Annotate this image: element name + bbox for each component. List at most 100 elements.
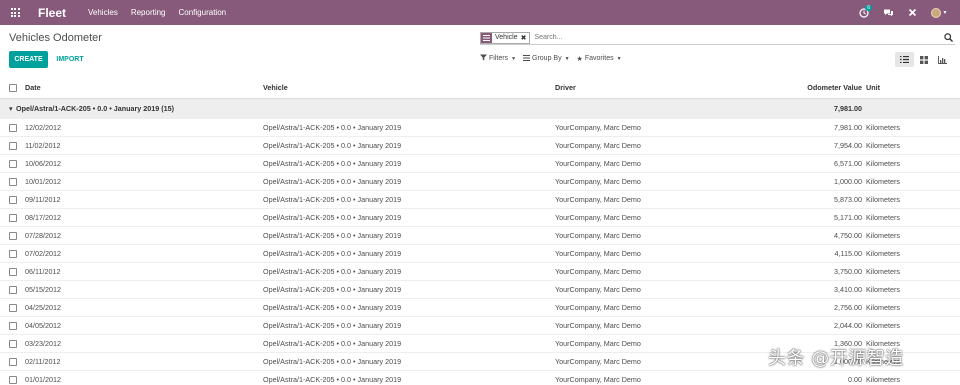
menu-reporting[interactable]: Reporting [131,8,166,17]
column-header-odometer[interactable]: Odometer Value [807,77,862,99]
table-row[interactable]: 09/11/2012 Opel/Astra/1-ACK-205 • 0.0 • J… [0,191,960,209]
row-checkbox[interactable] [9,142,17,150]
chevron-down-icon: ▾ [943,10,947,16]
cell-date: 05/15/2012 [25,285,61,294]
cell-driver: YourCompany, Marc Demo [555,195,641,204]
row-checkbox[interactable] [9,232,17,240]
table-row[interactable]: 04/25/2012 Opel/Astra/1-ACK-205 • 0.0 • J… [0,299,960,317]
table-row[interactable]: 10/06/2012 Opel/Astra/1-ACK-205 • 0.0 • J… [0,155,960,173]
cell-unit: Kilometers [866,231,900,240]
groupby-dropdown[interactable]: Group By ▼ [523,54,570,63]
table-row[interactable]: 07/28/2012 Opel/Astra/1-ACK-205 • 0.0 • J… [0,227,960,245]
row-checkbox[interactable] [9,376,17,384]
groupby-label: Group By [532,55,562,62]
graph-view-icon[interactable] [933,52,952,67]
table-row[interactable]: 04/05/2012 Opel/Astra/1-ACK-205 • 0.0 • J… [0,317,960,335]
odometer-list-table: Date Vehicle Driver Odometer Value Unit … [0,77,960,385]
cell-vehicle: Opel/Astra/1-ACK-205 • 0.0 • January 201… [263,159,402,168]
cell-unit: Kilometers [866,159,900,168]
cell-date: 06/11/2012 [25,267,61,276]
cell-vehicle: Opel/Astra/1-ACK-205 • 0.0 • January 201… [263,357,402,366]
group-by-icon [523,54,531,63]
row-checkbox[interactable] [9,286,17,294]
cell-vehicle: Opel/Astra/1-ACK-205 • 0.0 • January 201… [263,195,402,204]
row-checkbox[interactable] [9,214,17,222]
row-checkbox[interactable] [9,304,17,312]
facet-remove-icon[interactable]: ✖ [521,34,530,42]
cell-vehicle: Opel/Astra/1-ACK-205 • 0.0 • January 201… [263,177,402,186]
menu-vehicles[interactable]: Vehicles [88,8,118,17]
row-checkbox[interactable] [9,124,17,132]
cell-odometer: 3,750.00 [834,267,862,276]
cell-unit: Kilometers [866,195,900,204]
row-checkbox[interactable] [9,160,17,168]
chat-button[interactable] [878,0,898,25]
search-icon[interactable] [941,33,955,42]
table-row[interactable]: 06/11/2012 Opel/Astra/1-ACK-205 • 0.0 • J… [0,263,960,281]
table-row[interactable]: 11/02/2012 Opel/Astra/1-ACK-205 • 0.0 • J… [0,137,960,155]
create-button[interactable]: CREATE [9,51,48,68]
table-row[interactable]: 08/17/2012 Opel/Astra/1-ACK-205 • 0.0 • J… [0,209,960,227]
cell-odometer: 7,954.00 [834,141,862,150]
list-icon [481,32,492,43]
group-row[interactable]: ▾ Opel/Astra/1-ACK-205 • 0.0 • January 2… [0,99,960,119]
table-row[interactable]: 05/15/2012 Opel/Astra/1-ACK-205 • 0.0 • J… [0,281,960,299]
list-view-icon[interactable] [895,52,914,67]
cell-driver: YourCompany, Marc Demo [555,141,641,150]
cell-odometer: 4,750.00 [834,231,862,240]
app-name[interactable]: Fleet [38,6,66,20]
group-total: 7,981.00 [834,104,862,113]
cell-vehicle: Opel/Astra/1-ACK-205 • 0.0 • January 201… [263,321,402,330]
star-icon: ★ [576,55,583,63]
cell-odometer: 6,571.00 [834,159,862,168]
cell-vehicle: Opel/Astra/1-ACK-205 • 0.0 • January 201… [263,375,402,384]
row-checkbox[interactable] [9,268,17,276]
group-label: Opel/Astra/1-ACK-205 • 0.0 • January 201… [16,104,175,113]
top-navbar: Fleet Vehicles Reporting Configuration 6… [0,0,960,25]
table-row[interactable]: 07/02/2012 Opel/Astra/1-ACK-205 • 0.0 • J… [0,245,960,263]
kanban-view-icon[interactable] [914,52,933,67]
group-caret-icon: ▾ [9,104,13,113]
favorites-dropdown[interactable]: ★ Favorites ▼ [577,54,622,63]
table-row[interactable]: 12/02/2012 Opel/Astra/1-ACK-205 • 0.0 • J… [0,119,960,137]
row-checkbox[interactable] [9,178,17,186]
cell-date: 07/02/2012 [25,249,61,258]
close-icon [908,8,916,17]
table-row[interactable]: 01/01/2012 Opel/Astra/1-ACK-205 • 0.0 • J… [0,371,960,385]
user-menu[interactable]: ▾ [926,0,952,25]
row-checkbox[interactable] [9,358,17,366]
cell-date: 09/11/2012 [25,195,61,204]
activity-button[interactable]: 6 [854,0,874,25]
column-header-unit[interactable]: Unit [866,77,880,99]
row-checkbox[interactable] [9,196,17,204]
chevron-down-icon: ▼ [616,55,622,62]
chat-icon [883,9,893,16]
cell-unit: Kilometers [866,375,900,384]
column-header-date[interactable]: Date [25,77,41,99]
apps-grid-icon[interactable] [0,0,30,25]
column-header-driver[interactable]: Driver [555,77,576,99]
select-all-checkbox[interactable] [9,84,17,92]
cell-driver: YourCompany, Marc Demo [555,339,641,348]
filters-dropdown[interactable]: Filters ▼ [480,54,516,63]
navbar-systray: 6 ▾ [850,0,960,25]
avatar [931,7,942,18]
table-row[interactable]: 10/01/2012 Opel/Astra/1-ACK-205 • 0.0 • J… [0,173,960,191]
close-button[interactable] [902,0,922,25]
cell-driver: YourCompany, Marc Demo [555,213,641,222]
cell-date: 08/17/2012 [25,213,61,222]
column-header-vehicle[interactable]: Vehicle [263,77,288,99]
import-button[interactable]: IMPORT [52,51,88,68]
cell-driver: YourCompany, Marc Demo [555,375,641,384]
row-checkbox[interactable] [9,322,17,330]
row-checkbox[interactable] [9,340,17,348]
cell-date: 04/25/2012 [25,303,61,312]
cell-driver: YourCompany, Marc Demo [555,303,641,312]
cell-driver: YourCompany, Marc Demo [555,177,641,186]
cell-date: 07/28/2012 [25,231,61,240]
menu-configuration[interactable]: Configuration [179,8,227,17]
row-checkbox[interactable] [9,250,17,258]
search-input[interactable] [534,34,941,41]
filter-icon [480,54,487,63]
cell-driver: YourCompany, Marc Demo [555,231,641,240]
